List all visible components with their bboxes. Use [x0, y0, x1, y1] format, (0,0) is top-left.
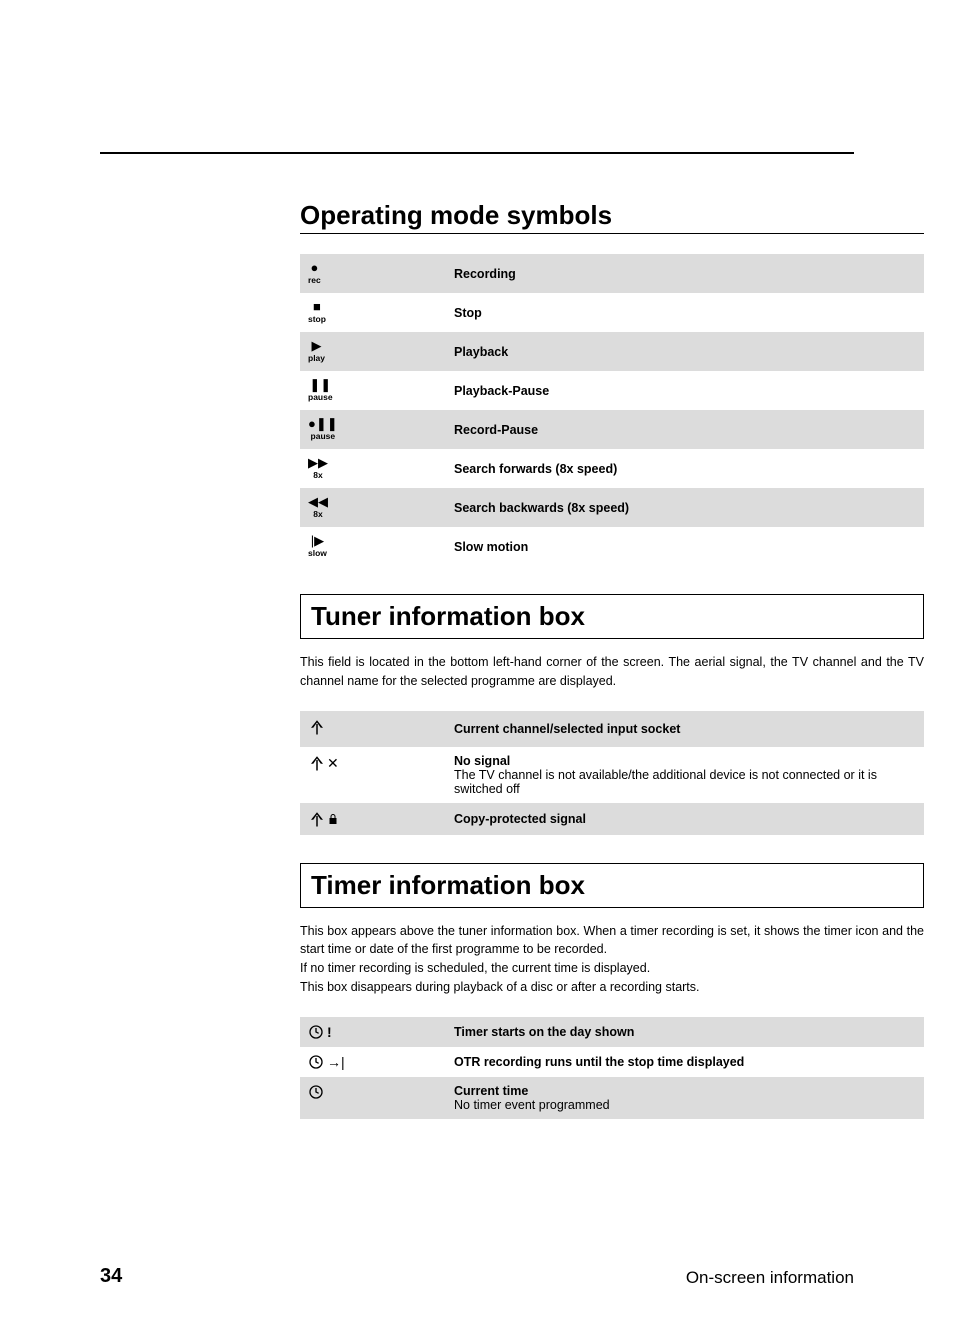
tuner-table: Current channel/selected input socket ✕ …	[300, 711, 924, 835]
row-text: Search forwards (8x speed)	[446, 449, 924, 488]
table-row: ❚❚ pause Playback-Pause	[300, 371, 924, 410]
row-text: Timer starts on the day shown	[446, 1017, 924, 1047]
table-row: |▶ slow Slow motion	[300, 527, 924, 566]
pause-icon: ❚❚ pause	[308, 378, 333, 402]
table-row: ■ stop Stop	[300, 293, 924, 332]
clock-arrow-icon: →|	[308, 1054, 345, 1070]
table-row: ✕ No signal The TV channel is not availa…	[300, 747, 924, 803]
tuner-intro: This field is located in the bottom left…	[300, 653, 924, 691]
row-text: Stop	[446, 293, 924, 332]
stop-icon: ■ stop	[308, 300, 326, 324]
row-text: Copy-protected signal	[446, 803, 924, 835]
table-row: ▶ play Playback	[300, 332, 924, 371]
timer-intro: This box appears above the tuner informa…	[300, 922, 924, 997]
play-icon: ▶ play	[308, 339, 325, 363]
record-icon: ● rec	[308, 261, 321, 285]
row-text: Current time No timer event programmed	[446, 1077, 924, 1119]
clock-alert-icon: !	[308, 1024, 332, 1040]
rewind-icon: ◀◀ 8x	[308, 495, 328, 519]
table-row: →| OTR recording runs until the stop tim…	[300, 1047, 924, 1077]
heading-timer-information-box: Timer information box	[300, 863, 924, 908]
table-row: ● rec Recording	[300, 254, 924, 293]
table-row: ! Timer starts on the day shown	[300, 1017, 924, 1047]
operating-mode-table: ● rec Recording ■ stop Stop	[300, 254, 924, 566]
table-row: ◀◀ 8x Search backwards (8x speed)	[300, 488, 924, 527]
clock-icon	[308, 1084, 324, 1104]
antenna-icon	[308, 718, 326, 740]
heading-tuner-information-box: Tuner information box	[300, 594, 924, 639]
page-number: 34	[100, 1265, 122, 1288]
table-row: ▶▶ 8x Search forwards (8x speed)	[300, 449, 924, 488]
row-text: Slow motion	[446, 527, 924, 566]
antenna-nosignal-icon: ✕	[308, 754, 339, 772]
slow-icon: |▶ slow	[308, 534, 327, 558]
table-row: Current time No timer event programmed	[300, 1077, 924, 1119]
row-text: Record-Pause	[446, 410, 924, 449]
timer-table: ! Timer starts on the day shown →| OTR r…	[300, 1017, 924, 1119]
record-pause-icon: ●❚❚ pause	[308, 417, 338, 441]
row-text: Playback	[446, 332, 924, 371]
table-row: Copy-protected signal	[300, 803, 924, 835]
row-text: Search backwards (8x speed)	[446, 488, 924, 527]
row-text: OTR recording runs until the stop time d…	[446, 1047, 924, 1077]
table-row: Current channel/selected input socket	[300, 711, 924, 747]
heading-operating-mode-symbols: Operating mode symbols	[300, 200, 924, 234]
row-text: Current channel/selected input socket	[446, 711, 924, 747]
antenna-locked-icon	[308, 810, 339, 828]
table-row: ●❚❚ pause Record-Pause	[300, 410, 924, 449]
row-text: No signal The TV channel is not availabl…	[446, 747, 924, 803]
row-text: Recording	[446, 254, 924, 293]
footer-title: On-screen information	[686, 1268, 854, 1288]
row-text: Playback-Pause	[446, 371, 924, 410]
fast-forward-icon: ▶▶ 8x	[308, 456, 328, 480]
